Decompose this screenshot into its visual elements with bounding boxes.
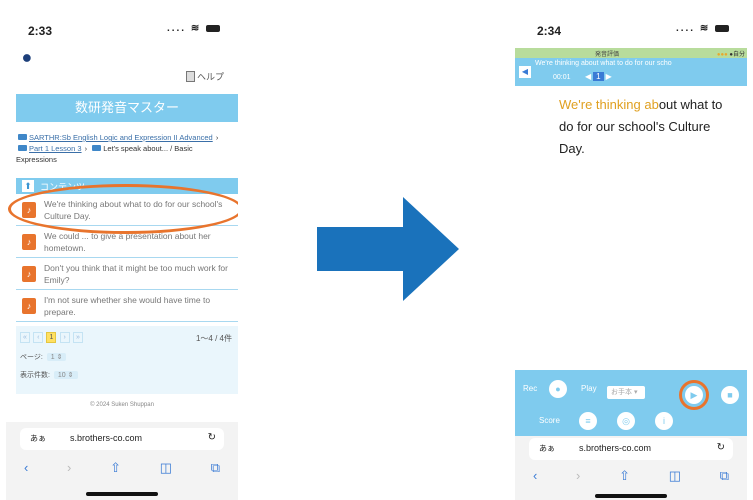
stop-button[interactable]: ■: [721, 386, 739, 404]
practice-text: We're thinking about what to do for our …: [515, 86, 747, 370]
page-select[interactable]: 1 ⇕: [46, 353, 67, 361]
copyright: © 2024 Suken Shuppan: [90, 402, 154, 408]
sentence-text: Don't you think that it might be too muc…: [44, 263, 228, 285]
prev-sentence-button[interactable]: ◀: [585, 72, 591, 81]
bookmarks-icon[interactable]: ◫: [669, 468, 681, 486]
per-page-row: 表示件数: 10 ⇕: [20, 370, 78, 380]
play-label: Play: [581, 384, 597, 393]
list-item[interactable]: ♪ I'm not sure whether she would have ti…: [16, 290, 238, 322]
score-label: Score: [539, 416, 560, 425]
tabs-icon[interactable]: ⧉: [720, 468, 729, 486]
share-icon[interactable]: ⇧: [110, 460, 121, 478]
address-bar[interactable]: あぁ s.brothers-co.com ↻: [20, 428, 224, 450]
control-panel: Rec ● Play お手本 ▾ ▶ ■ Score ≡ ◎ i: [515, 370, 747, 436]
url-text: s.brothers-co.com: [579, 443, 652, 453]
status-time: 2:34: [537, 24, 562, 38]
address-bar[interactable]: あぁ s.brothers-co.com ↻: [529, 438, 733, 460]
folder-icon: [92, 145, 102, 151]
breadcrumb-item[interactable]: SARTHR:Sb English Logic and Expression I…: [29, 133, 213, 142]
forward-icon[interactable]: ›: [576, 468, 580, 486]
audio-doc-icon: ♪: [22, 298, 36, 314]
page-first-button[interactable]: «: [20, 332, 30, 343]
app-title: 数研発音マスター: [16, 94, 238, 122]
target-icon[interactable]: ◎: [617, 412, 635, 430]
sentence-line: We're thinking about what to do for our …: [535, 60, 672, 67]
status-icons: .... ≋: [167, 23, 220, 34]
arrow-right-icon: [317, 197, 459, 301]
audio-doc-icon: ♪: [22, 266, 36, 282]
info-icon[interactable]: i: [655, 412, 673, 430]
sentence-text: I'm not sure whether she would have time…: [44, 295, 211, 317]
app-logo-icon[interactable]: ꔷ: [22, 48, 44, 70]
battery-icon: [206, 24, 220, 32]
browser-bar: あぁ s.brothers-co.com ↻ ‹ › ⇧ ◫ ⧉: [515, 436, 747, 500]
breadcrumb-item[interactable]: Part 1 Lesson 3: [29, 144, 82, 153]
up-arrow-icon[interactable]: ⬆: [22, 180, 34, 192]
page-select-label: ページ:: [20, 354, 43, 361]
browser-bar: あぁ s.brothers-co.com ↻ ‹ › ⇧ ◫ ⧉: [6, 422, 238, 500]
back-icon[interactable]: ‹: [533, 468, 537, 486]
sentence-nav: ◀ 1 ▶: [585, 72, 612, 81]
spoken-text: We're thinking ab: [559, 97, 659, 112]
result-count: 1～4 / 4件: [195, 334, 232, 343]
pager-bar: « ‹ 1 › » 1～4 / 4件 ページ: 1 ⇕ 表示件数: 10 ⇕: [16, 326, 238, 394]
play-highlight-ring: [679, 380, 709, 410]
url-text: s.brothers-co.com: [70, 433, 143, 443]
next-sentence-button[interactable]: ▶: [606, 72, 612, 81]
page-prev-button[interactable]: ‹: [33, 332, 44, 343]
folder-icon: [18, 145, 27, 151]
score-list-icon[interactable]: ≡: [579, 412, 597, 430]
page-select-value: 1: [50, 354, 55, 361]
bookmarks-icon[interactable]: ◫: [160, 460, 172, 478]
pagination: « ‹ 1 › »: [20, 332, 84, 343]
list-item[interactable]: ♪ Don't you think that it might be too m…: [16, 258, 238, 290]
record-button[interactable]: ●: [549, 380, 567, 398]
home-indicator: [595, 494, 667, 498]
sentence-bar: ◀ We're thinking about what to do for ou…: [515, 58, 747, 86]
breadcrumb-separator: ›: [215, 133, 219, 142]
home-indicator: [86, 492, 158, 496]
help-link[interactable]: ヘルプ: [185, 70, 224, 83]
share-icon[interactable]: ⇧: [619, 468, 630, 486]
per-page-select[interactable]: 10 ⇕: [53, 371, 78, 379]
audio-doc-icon: ♪: [22, 234, 36, 250]
text-size-button[interactable]: あぁ: [539, 443, 555, 454]
phone-screenshot-practice: 2:34 .... ≋ 発音評価 ●●● ●自分 ◀ We're thinkin…: [515, 14, 747, 500]
current-sentence-number: 1: [593, 72, 604, 81]
folder-icon: [18, 134, 27, 140]
page-next-button[interactable]: ›: [59, 332, 70, 343]
status-time: 2:33: [28, 24, 53, 38]
highlight-ellipse: [8, 184, 238, 234]
phone-screenshot-list: 2:33 .... ≋ ꔷ ヘルプ 数研発音マスター SARTHR:Sb Eng…: [6, 14, 238, 500]
battery-icon: [715, 24, 729, 32]
forward-icon[interactable]: ›: [67, 460, 71, 478]
practice-header: 発音評価 ●●● ●自分: [515, 48, 747, 58]
page-select-row: ページ: 1 ⇕: [20, 352, 67, 362]
text-size-button[interactable]: あぁ: [30, 433, 46, 444]
back-icon[interactable]: ‹: [24, 460, 28, 478]
back-arrow-icon[interactable]: ◀: [519, 66, 531, 78]
per-page-label: 表示件数:: [20, 372, 50, 379]
browser-toolbar: ‹ › ⇧ ◫ ⧉: [525, 468, 737, 486]
browser-toolbar: ‹ › ⇧ ◫ ⧉: [16, 460, 228, 478]
help-label: ヘルプ: [196, 72, 224, 82]
header-label: 発音評価: [595, 52, 620, 58]
reload-icon[interactable]: ↻: [717, 442, 725, 453]
breadcrumb: SARTHR:Sb English Logic and Expression I…: [16, 132, 234, 165]
rec-label: Rec: [523, 384, 538, 393]
tabs-icon[interactable]: ⧉: [211, 460, 220, 478]
per-page-value: 10: [57, 372, 66, 379]
status-bar: 2:33 .... ≋: [6, 14, 238, 48]
status-bar: 2:34 .... ≋: [515, 14, 747, 48]
page-current-button[interactable]: 1: [46, 332, 57, 343]
breadcrumb-separator: ›: [84, 144, 88, 153]
reload-icon[interactable]: ↻: [208, 432, 216, 443]
header-indicator: ●●● ●自分: [716, 52, 745, 58]
status-icons: .... ≋: [676, 23, 729, 34]
page-last-button[interactable]: »: [72, 332, 83, 343]
voice-dropdown[interactable]: お手本 ▾: [607, 386, 645, 399]
elapsed-time: 00:01: [553, 74, 571, 81]
help-book-icon: [185, 71, 195, 82]
